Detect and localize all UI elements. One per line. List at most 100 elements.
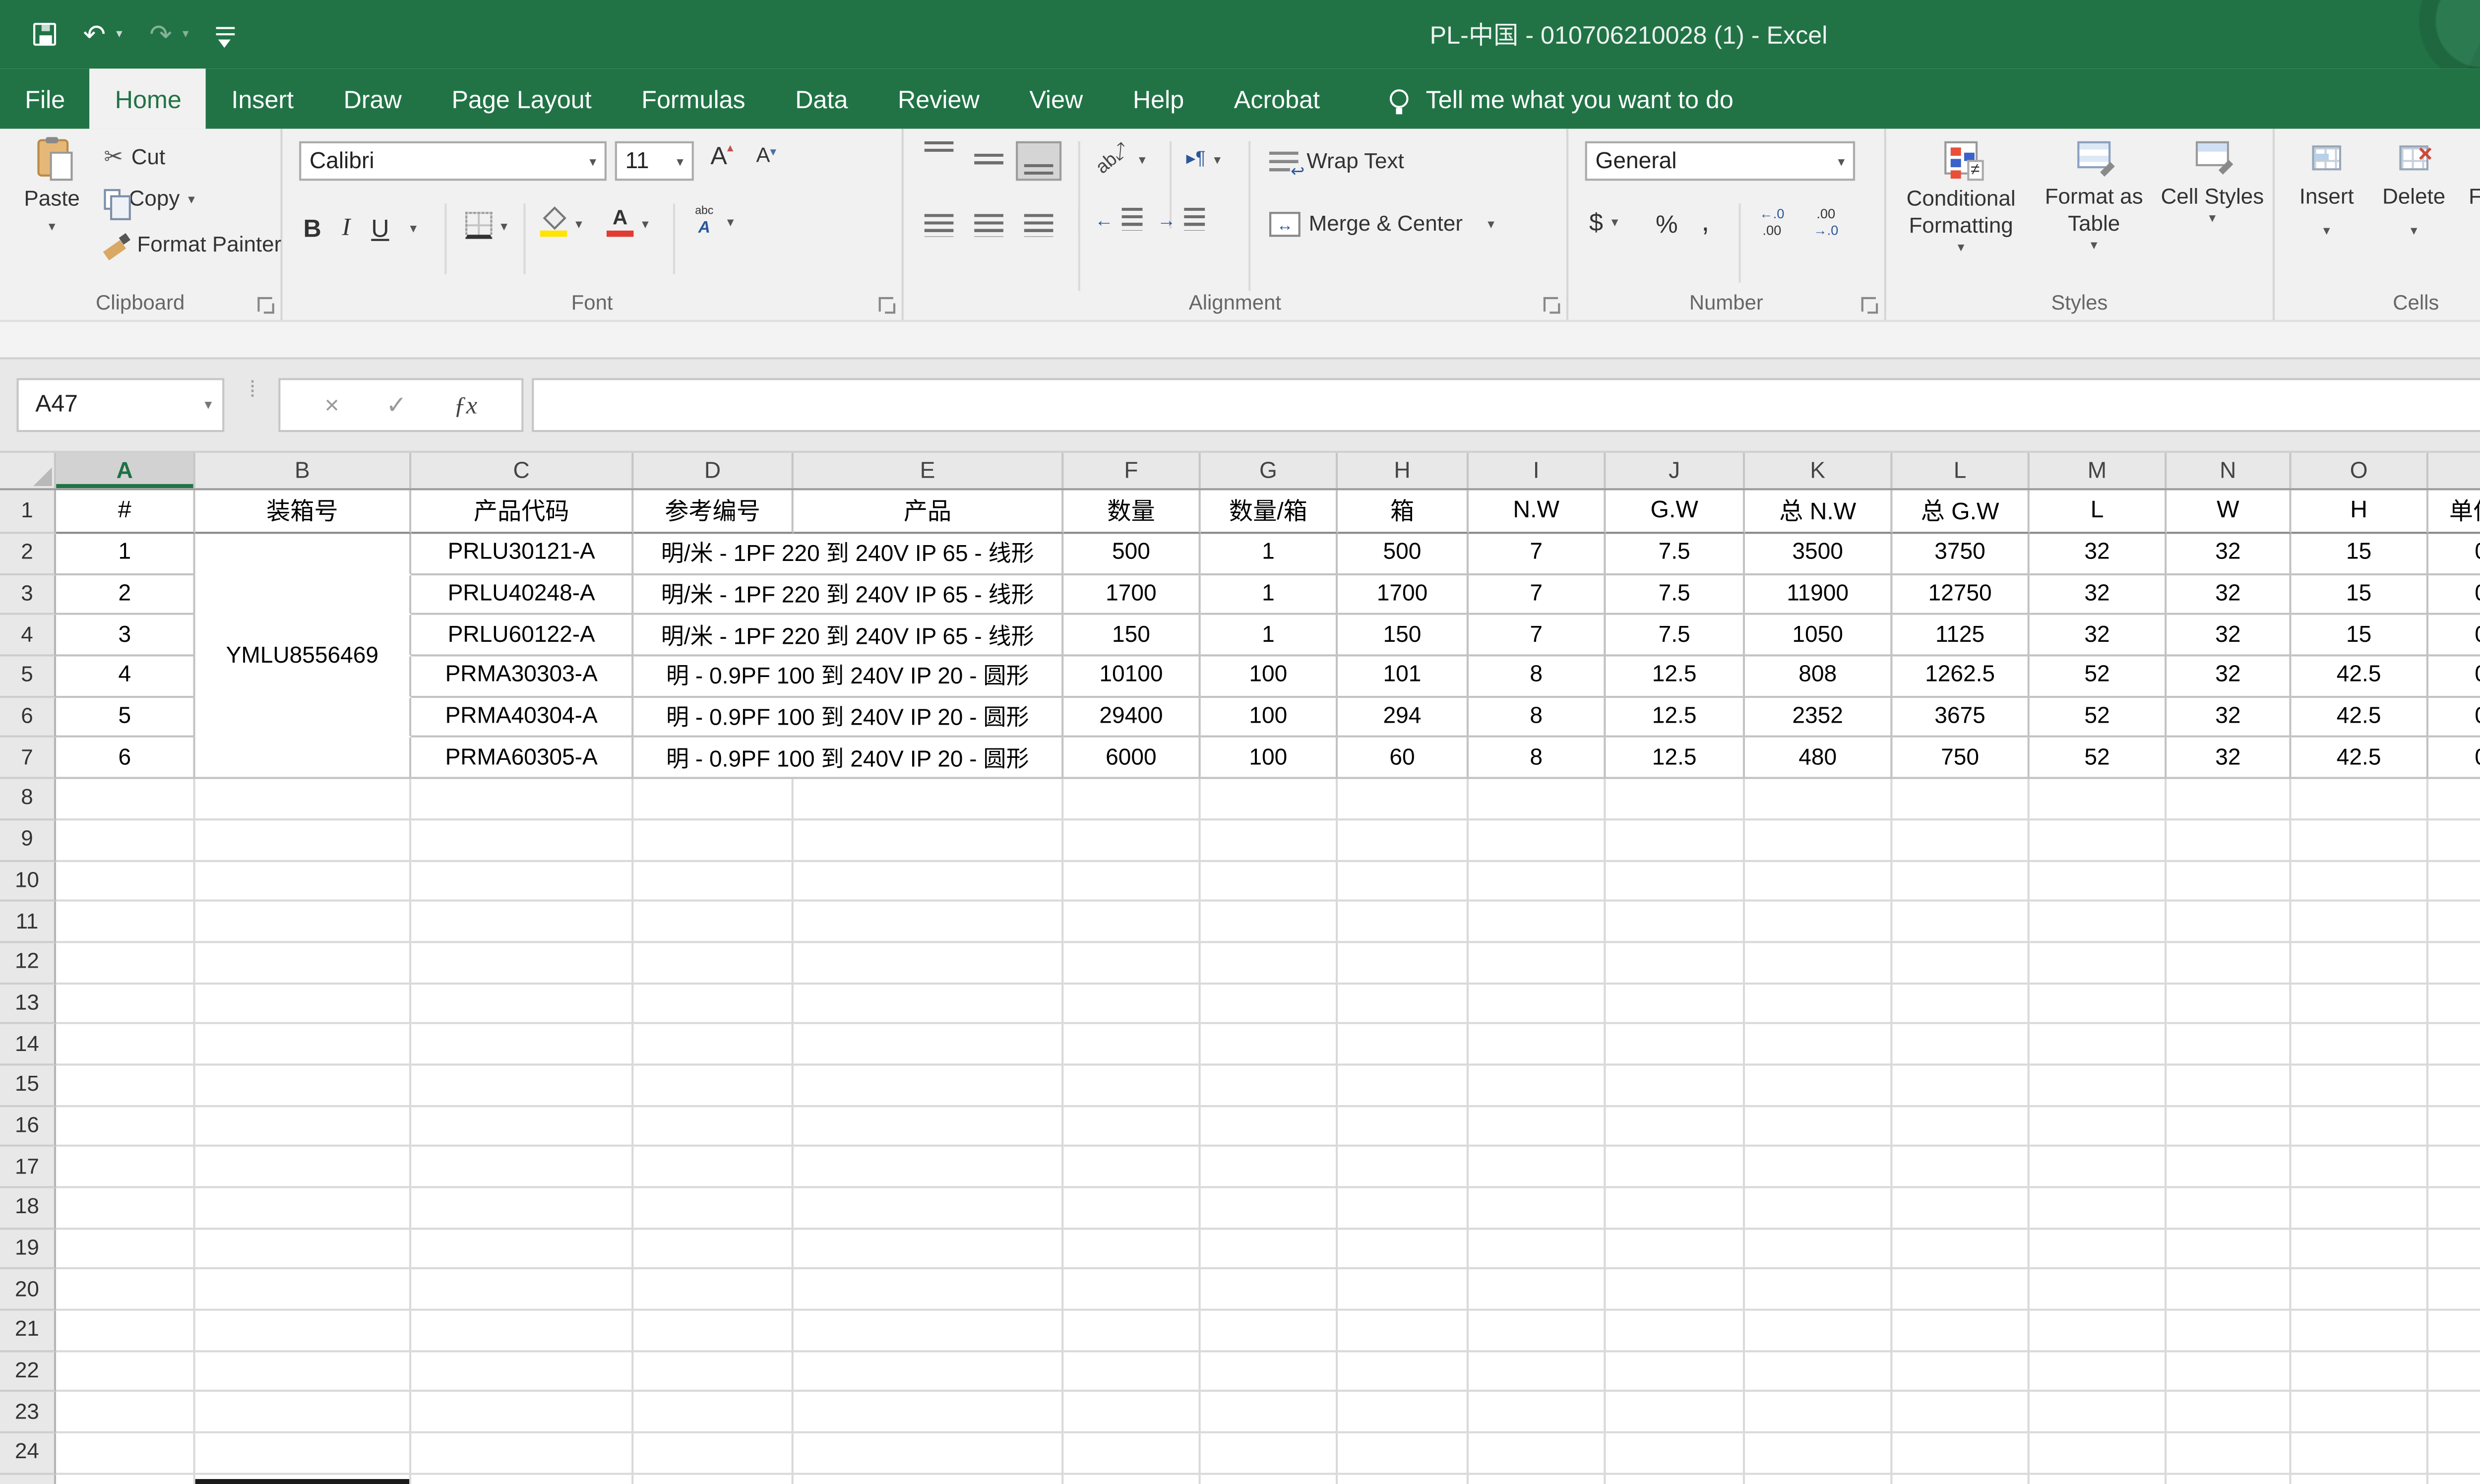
cell-P15[interactable] [2428,1065,2480,1106]
cell-K15[interactable] [1745,1065,1892,1106]
cell-A18[interactable] [56,1188,195,1229]
cell-K8[interactable] [1745,779,1892,820]
row-header-5[interactable]: 5 [0,657,56,697]
cell-E23[interactable] [794,1393,1063,1433]
column-header-P[interactable]: P [2428,453,2480,488]
cell-D17[interactable] [633,1147,793,1188]
font-dialog-launcher[interactable] [879,297,893,311]
cell-G4[interactable]: 1 [1201,616,1338,656]
cell-N17[interactable] [2167,1147,2291,1188]
cell-P25[interactable] [2428,1475,2480,1484]
cell-A3[interactable]: 2 [56,575,195,616]
cell-M23[interactable] [2030,1393,2167,1433]
cell-J17[interactable] [1606,1147,1745,1188]
cell-N25[interactable] [2167,1475,2291,1484]
cell-N19[interactable] [2167,1229,2291,1270]
cell-H23[interactable] [1338,1393,1469,1433]
cell-G1[interactable]: 数量/箱 [1201,490,1338,534]
cell-I16[interactable] [1469,1107,1606,1147]
cell-I13[interactable] [1469,984,1606,1024]
cell-P11[interactable] [2428,902,2480,942]
cell-K17[interactable] [1745,1147,1892,1188]
cell-O16[interactable] [2292,1107,2428,1147]
cell-C4[interactable]: PRLU60122-A [411,616,633,656]
cell-B16[interactable] [195,1107,412,1147]
row-header-11[interactable]: 11 [0,902,56,942]
cell-J5[interactable]: 12.5 [1606,657,1745,697]
cell-J8[interactable] [1606,779,1745,820]
cell-L20[interactable] [1892,1270,2029,1311]
cell-F18[interactable] [1063,1188,1200,1229]
cell-C10[interactable] [411,861,633,902]
cell-F19[interactable] [1063,1229,1200,1270]
cell-L11[interactable] [1892,902,2029,942]
cell-K10[interactable] [1745,861,1892,902]
cell-M11[interactable] [2030,902,2167,942]
cell-O4[interactable]: 15 [2292,616,2428,656]
cell-N10[interactable] [2167,861,2291,902]
cell-A6[interactable]: 5 [56,697,195,738]
column-header-I[interactable]: I [1469,453,1606,488]
top-align-button[interactable] [916,141,962,181]
cell-styles-button[interactable]: Cell Styles ▾ [2161,141,2264,229]
cell-O7[interactable]: 42.5 [2292,739,2428,779]
cell-F22[interactable] [1063,1352,1200,1392]
cell-K9[interactable] [1745,820,1892,861]
tab-acrobat[interactable]: Acrobat [1209,68,1345,128]
cell-B23[interactable] [195,1393,412,1433]
tell-me-box[interactable]: Tell me what you want to do [1390,68,1733,128]
cell-K23[interactable] [1745,1393,1892,1433]
cell-L10[interactable] [1892,861,2029,902]
cell-M20[interactable] [2030,1270,2167,1311]
cell-C22[interactable] [411,1352,633,1392]
cell-C8[interactable] [411,779,633,820]
cell-C17[interactable] [411,1147,633,1188]
cell-J16[interactable] [1606,1107,1745,1147]
cell-I6[interactable]: 8 [1469,697,1606,738]
cell-L7[interactable]: 750 [1892,739,2029,779]
column-header-E[interactable]: E [794,453,1063,488]
row-header-1[interactable]: 1 [0,490,56,534]
cell-K12[interactable] [1745,943,1892,984]
cell-M2[interactable]: 32 [2030,534,2167,574]
cell-H10[interactable] [1338,861,1469,902]
cell-M13[interactable] [2030,984,2167,1024]
cell-A13[interactable] [56,984,195,1024]
cell-D22[interactable] [633,1352,793,1392]
cell-F21[interactable] [1063,1311,1200,1352]
row-header-4[interactable]: 4 [0,616,56,656]
row-header-8[interactable]: 8 [0,779,56,820]
copy-button[interactable]: Copy ▾ [104,187,194,212]
alignment-dialog-launcher[interactable] [1544,297,1558,311]
cell-L23[interactable] [1892,1393,2029,1433]
cell-P17[interactable] [2428,1147,2480,1188]
cell-K6[interactable]: 2352 [1745,697,1892,738]
row-header-21[interactable]: 21 [0,1311,56,1352]
column-header-D[interactable]: D [633,453,793,488]
cell-J18[interactable] [1606,1188,1745,1229]
cell-H7[interactable]: 60 [1338,739,1469,779]
cell-H2[interactable]: 500 [1338,534,1469,574]
cell-B21[interactable] [195,1311,412,1352]
cell-M18[interactable] [2030,1188,2167,1229]
cell-L24[interactable] [1892,1433,2029,1474]
cell-C7[interactable]: PRMA60305-A [411,739,633,779]
cell-I15[interactable] [1469,1065,1606,1106]
cell-L25[interactable] [1892,1475,2029,1484]
shrink-font-button[interactable]: A▾ [756,145,777,168]
cell-O6[interactable]: 42.5 [2292,697,2428,738]
cell-O1[interactable]: H [2292,490,2428,534]
cell-K7[interactable]: 480 [1745,739,1892,779]
cell-G16[interactable] [1201,1107,1338,1147]
cell-L16[interactable] [1892,1107,2029,1147]
cell-E8[interactable] [794,779,1063,820]
cell-L6[interactable]: 3675 [1892,697,2029,738]
cell-O23[interactable] [2292,1393,2428,1433]
cell-M12[interactable] [2030,943,2167,984]
cell-O14[interactable] [2292,1025,2428,1065]
conditional-formatting-button[interactable]: ≠ Conditional Formatting ▾ [1895,141,2028,258]
cell-L21[interactable] [1892,1311,2029,1352]
cell-N21[interactable] [2167,1311,2291,1352]
cell-N22[interactable] [2167,1352,2291,1392]
tab-view[interactable]: View [1004,68,1108,128]
